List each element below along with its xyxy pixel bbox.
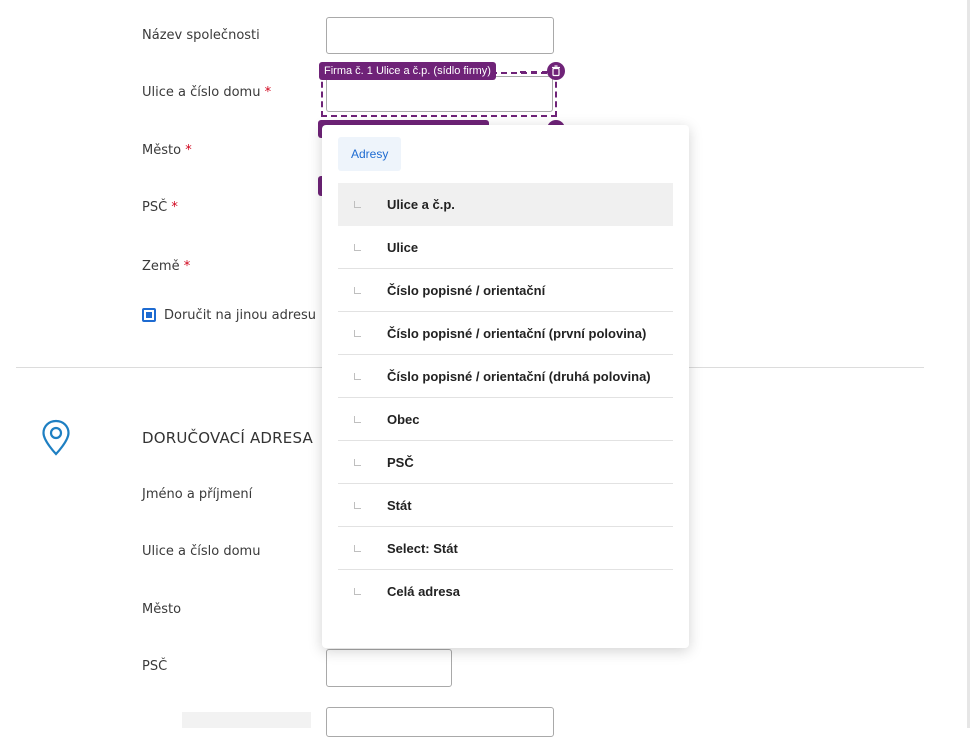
corner-arrow-icon [354, 201, 361, 208]
delivery-country-input[interactable] [326, 707, 554, 737]
dropdown-item[interactable]: Ulice [338, 226, 673, 269]
corner-arrow-icon [354, 330, 361, 337]
corner-arrow-icon [354, 502, 361, 509]
bottom-tab [182, 712, 311, 728]
delivery-zip-input[interactable] [326, 649, 452, 687]
dropdown-item[interactable]: Ulice a č.p. [338, 183, 673, 226]
tab-addresses[interactable]: Adresy [338, 137, 402, 171]
trash-glyph-icon [552, 65, 560, 77]
dropdown-item[interactable]: PSČ [338, 441, 673, 484]
deliver-other-checkbox[interactable] [142, 308, 156, 322]
company-name-label: Název společnosti [142, 28, 260, 43]
company-name-input[interactable] [326, 17, 554, 54]
dropdown-item[interactable]: Stát [338, 484, 673, 527]
dropdown-item[interactable]: Číslo popisné / orientační [338, 269, 673, 312]
city-label: Město * [142, 143, 192, 158]
country-label: Země * [142, 259, 191, 274]
mapping-tag[interactable]: Firma č. 1 Ulice a č.p. (sídlo firmy) [319, 62, 496, 80]
corner-arrow-icon [354, 287, 361, 294]
delivery-city-label: Město [142, 602, 182, 617]
dropdown-item[interactable]: Obec [338, 398, 673, 441]
corner-arrow-icon [354, 545, 361, 552]
delivery-zip-label: PSČ [142, 659, 168, 674]
dropdown-item[interactable]: Číslo popisné / orientační (první polovi… [338, 312, 673, 355]
trash-icon[interactable] [547, 62, 565, 80]
dropdown-item[interactable]: Select: Stát [338, 527, 673, 570]
deliver-other-label[interactable]: Doručit na jinou adresu [164, 307, 316, 325]
address-field-dropdown: Adresy Ulice a č.p. Ulice Číslo popisné … [322, 125, 689, 648]
corner-arrow-icon [354, 416, 361, 423]
zip-label: PSČ * [142, 200, 178, 215]
corner-arrow-icon [354, 459, 361, 466]
map-pin-icon [42, 419, 70, 456]
dropdown-item[interactable]: Celá adresa [338, 570, 673, 613]
delivery-street-label: Ulice a číslo domu [142, 544, 261, 559]
street-label: Ulice a číslo domu * [142, 85, 272, 100]
corner-arrow-icon [354, 588, 361, 595]
delivery-name-label: Jméno a příjmení [142, 487, 253, 502]
delivery-section-title: DORUČOVACÍ ADRESA [142, 429, 313, 447]
mapping-connector [520, 71, 548, 73]
dropdown-item[interactable]: Číslo popisné / orientační (druhá polovi… [338, 355, 673, 398]
corner-arrow-icon [354, 244, 361, 251]
corner-arrow-icon [354, 373, 361, 380]
